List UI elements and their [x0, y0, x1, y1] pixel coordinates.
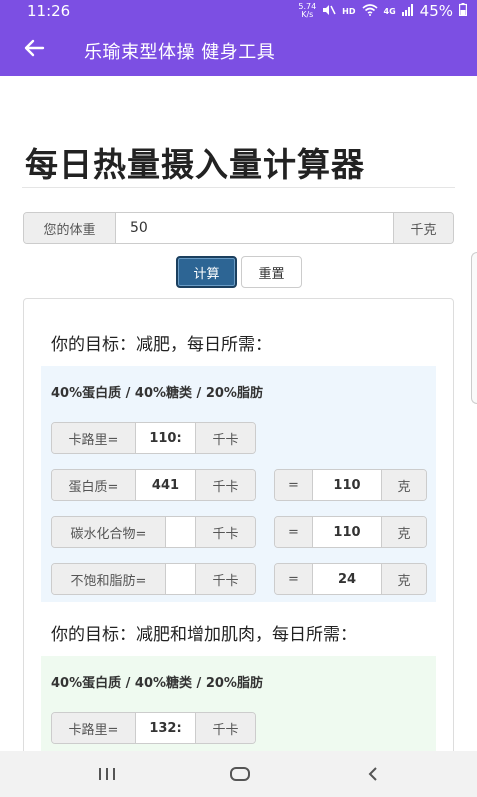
lose-fat-eq: = [275, 564, 313, 594]
lose-calories-field: 卡路里= 110: 千卡 [51, 422, 256, 454]
title-divider [22, 187, 455, 188]
status-bar: 11:26 5.74 K/s HD 4G 45% [0, 0, 477, 24]
weight-input-group: 您的体重 千克 [23, 212, 454, 244]
wifi-icon [361, 2, 378, 20]
status-icons: 5.74 K/s HD 4G 45% [298, 2, 468, 20]
lose-carbs-field: 碳水化合物= 千卡 [51, 516, 256, 548]
lose-protein-eq: = [275, 470, 313, 500]
lose-carbs-grams-field: = 110 克 [274, 516, 427, 548]
hd-label: HD [342, 6, 356, 16]
lose-carbs-gram-unit: 克 [381, 517, 426, 547]
weight-unit: 千克 [393, 213, 453, 243]
status-time: 11:26 [27, 2, 71, 20]
network-gen: 4G [383, 6, 396, 16]
back-arrow-icon[interactable] [20, 34, 48, 62]
lose-carbs-grams[interactable]: 110 [313, 517, 381, 547]
lose-fat-label: 不饱和脂肪= [52, 564, 166, 594]
page-title: 每日热量摄入量计算器 [25, 145, 365, 184]
lose-fat-field: 不饱和脂肪= 千卡 [51, 563, 256, 595]
goal-lose-ratio: 40%蛋白质 / 40%糖类 / 20%脂肪 [51, 386, 263, 401]
lose-carbs-value[interactable] [166, 517, 195, 547]
lose-fat-grams[interactable]: 24 [313, 564, 381, 594]
nav-back-icon[interactable] [358, 761, 388, 787]
gain-calories-unit: 千卡 [195, 713, 255, 743]
reset-button[interactable]: 重置 [241, 256, 302, 288]
battery-level: 45% [419, 2, 453, 20]
lose-protein-label: 蛋白质= [52, 470, 136, 500]
lose-carbs-label: 碳水化合物= [52, 517, 166, 547]
network-speed: 5.74 K/s [298, 3, 316, 19]
lose-calories-unit: 千卡 [195, 423, 255, 453]
system-nav-bar [0, 751, 477, 797]
lose-protein-grams[interactable]: 110 [313, 470, 381, 500]
weight-label: 您的体重 [24, 213, 116, 243]
app-bar: 乐瑜束型体操 健身工具 [0, 24, 477, 76]
battery-icon [459, 2, 468, 20]
lose-carbs-eq: = [275, 517, 313, 547]
app-title: 乐瑜束型体操 健身工具 [84, 42, 276, 63]
goal-gain-ratio: 40%蛋白质 / 40%糖类 / 20%脂肪 [51, 676, 263, 691]
app-header: 11:26 5.74 K/s HD 4G 45% 乐瑜束型体操 健身工具 [0, 0, 477, 76]
recents-icon[interactable] [92, 761, 122, 787]
lose-fat-grams-field: = 24 克 [274, 563, 427, 595]
lose-protein-unit: 千卡 [195, 470, 255, 500]
lose-calories-label: 卡路里= [52, 423, 136, 453]
network-speed-unit: K/s [301, 10, 314, 19]
goal-gain-heading: 你的目标：减肥和增加肌肉，每日所需： [51, 625, 357, 645]
lose-protein-field: 蛋白质= 441 千卡 [51, 469, 256, 501]
calculate-button[interactable]: 计算 [176, 256, 237, 288]
weight-input[interactable] [116, 213, 393, 243]
lose-protein-value[interactable]: 441 [136, 470, 195, 500]
goal-gain-block: 40%蛋白质 / 40%糖类 / 20%脂肪 卡路里= 132: 千卡 [41, 656, 436, 766]
lose-carbs-unit: 千卡 [195, 517, 255, 547]
lose-fat-value[interactable] [166, 564, 195, 594]
lose-protein-gram-unit: 克 [381, 470, 426, 500]
signal-icon [401, 2, 414, 20]
mute-icon [322, 2, 336, 20]
home-icon[interactable] [225, 761, 255, 787]
lose-fat-unit: 千卡 [195, 564, 255, 594]
gain-calories-field: 卡路里= 132: 千卡 [51, 712, 256, 744]
gain-calories-value[interactable]: 132: [136, 713, 195, 743]
gain-calories-label: 卡路里= [52, 713, 136, 743]
lose-protein-grams-field: = 110 克 [274, 469, 427, 501]
goal-lose-block: 40%蛋白质 / 40%糖类 / 20%脂肪 卡路里= 110: 千卡 蛋白质=… [41, 366, 436, 602]
side-scroll-handle[interactable] [471, 252, 477, 404]
lose-fat-gram-unit: 克 [381, 564, 426, 594]
goal-lose-heading: 你的目标：减肥，每日所需： [51, 335, 272, 355]
lose-calories-value[interactable]: 110: [136, 423, 195, 453]
